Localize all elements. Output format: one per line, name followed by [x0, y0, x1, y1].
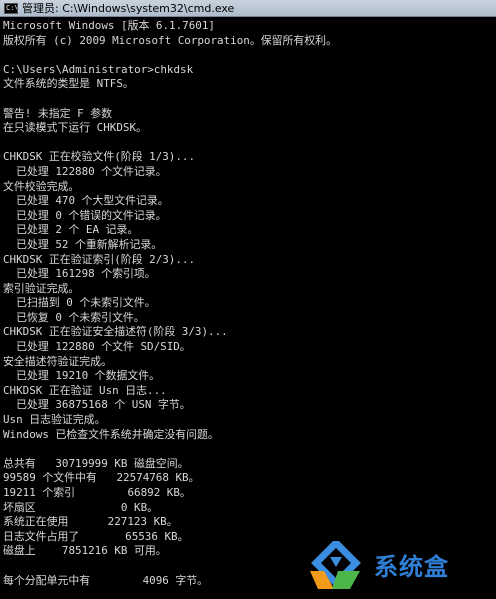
console-output[interactable]: Microsoft Windows [版本 6.1.7601] 版权所有 (c) … [0, 17, 496, 599]
console-line: 索引验证完成。 [3, 281, 80, 295]
console-line: 文件校验完成。 [3, 179, 80, 193]
watermark-emblem-icon [310, 538, 361, 589]
watermark-text: 系统盒 [374, 553, 449, 581]
console-line: 已处理 470 个大型文件记录。 [3, 194, 169, 208]
console-line: 已恢复 0 个未索引文件。 [3, 310, 145, 324]
console-line: Microsoft Windows [版本 6.1.7601] [3, 19, 215, 32]
console-line: 坏扇区 0 KB。 [3, 500, 159, 514]
console-line: 系统正在使用 227123 KB。 [3, 515, 178, 529]
window-title: 管理员: C:\Windows\system32\cmd.exe [22, 2, 235, 15]
console-line: CHKDSK 正在校验文件(阶段 1/3)... [3, 150, 196, 164]
console-line: 19211 个索引 66892 KB。 [3, 486, 191, 499]
console-line: 版权所有 (c) 2009 Microsoft Corporation。保留所有… [3, 33, 337, 47]
cmd-app-icon[interactable]: C:\ [4, 2, 18, 14]
console-line: Windows 已检查文件系统并确定没有问题。 [3, 427, 219, 441]
console-line: 警告! 未指定 F 参数 [3, 106, 113, 120]
console-line: 已处理 122880 个文件 SD/SID。 [3, 340, 191, 354]
title-bar[interactable]: C:\ 管理员: C:\Windows\system32\cmd.exe [0, 0, 496, 17]
console-line: Usn 日志验证完成。 [3, 413, 106, 427]
console-line: 已处理 36875168 个 USN 字节。 [3, 398, 191, 412]
console-line: 已处理 52 个重新解析记录。 [3, 237, 163, 251]
console-line: 已处理 0 个错误的文件记录。 [3, 208, 167, 222]
console-line: 安全描述符验证完成。 [3, 354, 112, 368]
console-line: 已处理 161298 个索引项。 [3, 267, 156, 281]
console-line: C:\Users\Administrator>chkdsk [3, 62, 194, 76]
console-line: 已扫描到 0 个未索引文件。 [3, 296, 156, 310]
console-line: 文件系统的类型是 NTFS。 [3, 77, 134, 91]
console-line: 已处理 2 个 EA 记录。 [3, 223, 139, 237]
console-line: CHKDSK 正在验证 Usn 日志... [3, 383, 167, 397]
console-line: CHKDSK 正在验证索引(阶段 2/3)... [3, 252, 196, 266]
console-line: CHKDSK 正在验证安全描述符(阶段 3/3)... [3, 325, 228, 339]
console-line: 已处理 122880 个文件记录。 [3, 164, 167, 178]
console-line: 在只读模式下运行 CHKDSK。 [3, 121, 147, 135]
cmd-window: C:\ 管理员: C:\Windows\system32\cmd.exe Mic… [0, 0, 496, 599]
console-line: 99589 个文件中有 22574768 KB。 [3, 471, 200, 485]
watermark-logo: 系统盒 [304, 538, 494, 593]
console-line: 已处理 19210 个数据文件。 [3, 369, 161, 383]
console-line: 总共有 30719999 KB 磁盘空间。 [3, 456, 189, 470]
